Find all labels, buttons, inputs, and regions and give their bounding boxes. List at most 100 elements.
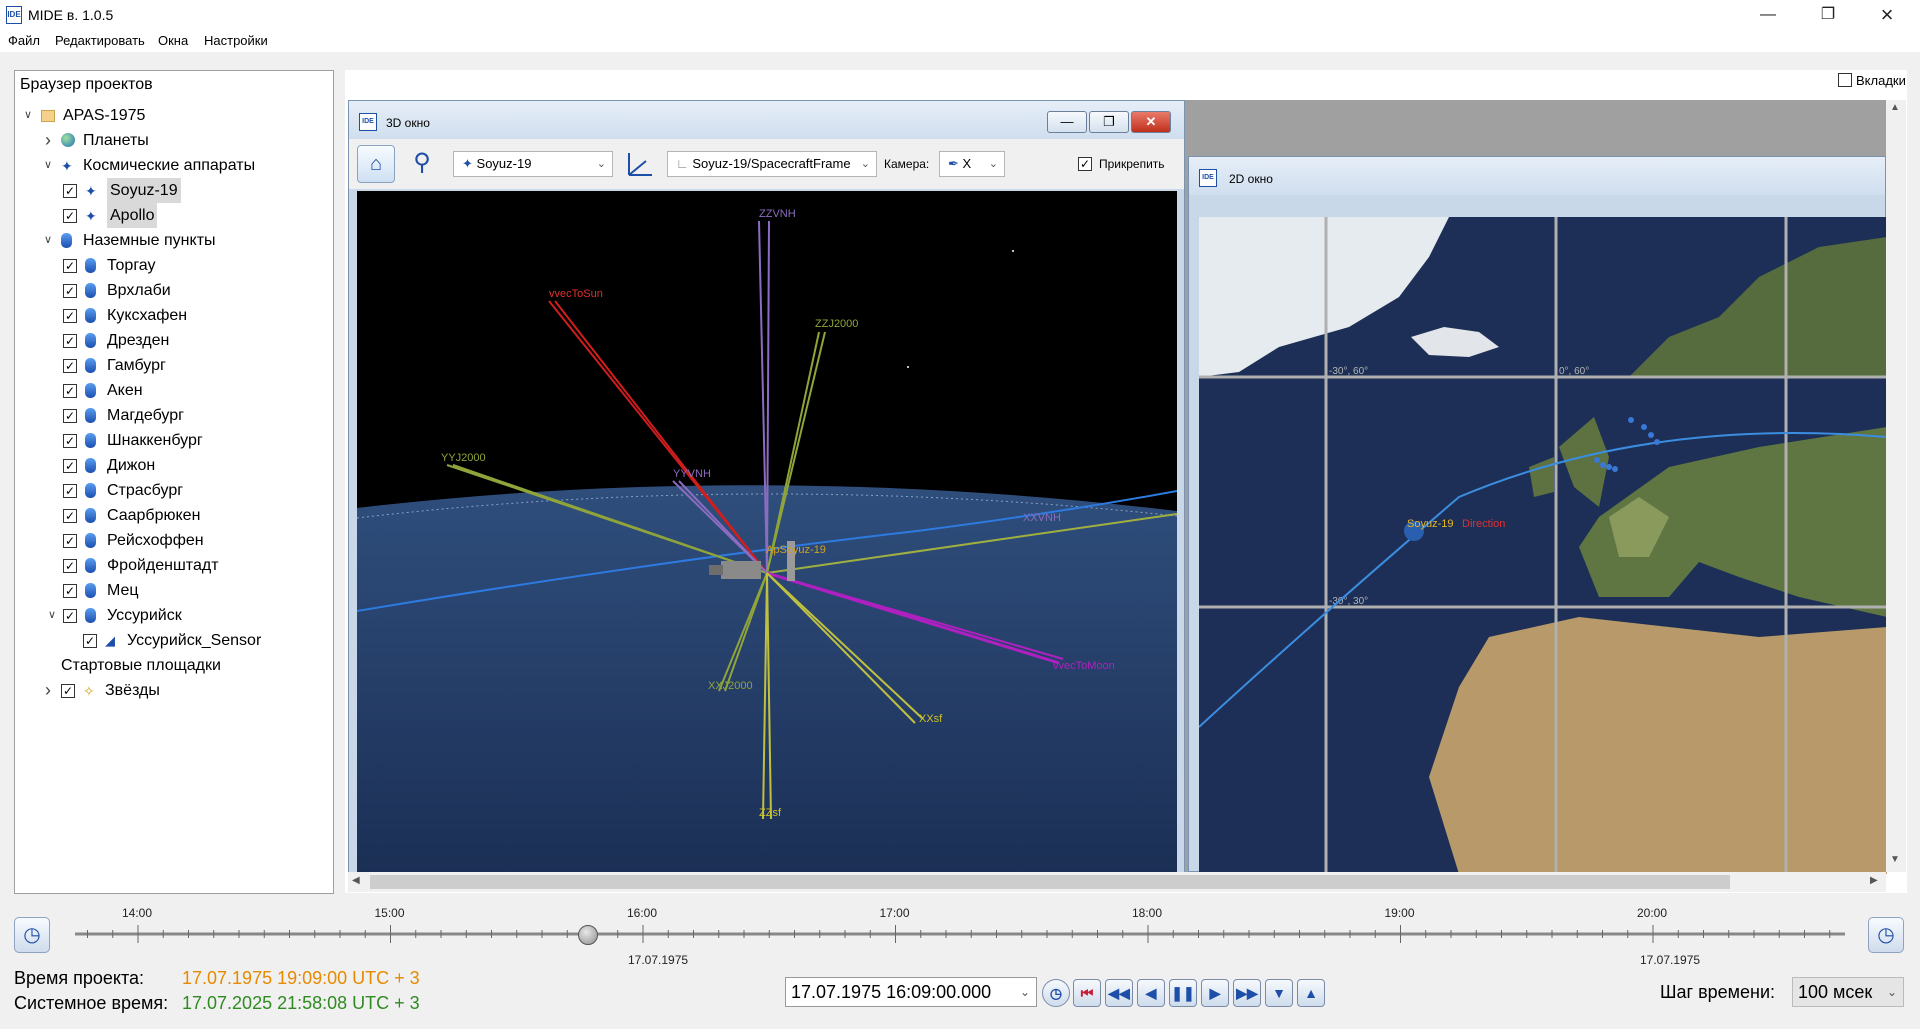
checkbox[interactable]: ✓ [63, 409, 77, 423]
label-yvnh: YYVNH [673, 468, 711, 480]
tree-ground-item[interactable]: ✓ Дижон [15, 453, 331, 478]
menu-file[interactable]: Файл [8, 33, 40, 48]
checkbox[interactable]: ✓ [63, 184, 77, 198]
camera-select[interactable]: ✒ X ⌄ [939, 151, 1005, 177]
zoom-button[interactable]: ⚲ [403, 145, 441, 183]
checkbox[interactable]: ✓ [63, 384, 77, 398]
clock-button[interactable]: ◷ [1042, 979, 1070, 1007]
checkbox[interactable]: ✓ [63, 259, 77, 273]
checkbox[interactable]: ✓ [63, 534, 77, 548]
scroll-down-icon[interactable]: ▼ [1890, 854, 1900, 865]
chevron-right-icon[interactable]: › [41, 128, 55, 153]
tree-ground-item[interactable]: ∨ ✓ Уссурийск [15, 603, 331, 628]
chevron-down-icon[interactable]: ∨ [41, 228, 55, 253]
maximize-icon[interactable]: ❐ [1805, 0, 1851, 30]
tabs-checkbox[interactable] [1838, 73, 1852, 87]
checkbox[interactable]: ✓ [63, 609, 77, 623]
checkbox[interactable]: ✓ [63, 459, 77, 473]
scroll-right-icon[interactable]: ▶ [1870, 875, 1878, 886]
tree-ground-item[interactable]: ✓ Гамбург [15, 353, 331, 378]
scroll-up-icon[interactable]: ▲ [1890, 102, 1900, 113]
scene-3d-viewport[interactable]: ZZVNH vvecToSun ZZJ2000 YYJ2000 YYVNH XX… [357, 191, 1177, 874]
tree-ground-item[interactable]: ✓ Акен [15, 378, 331, 403]
attach-checkbox[interactable]: ✓ [1078, 157, 1092, 171]
checkbox[interactable]: ✓ [63, 509, 77, 523]
tree-ground-item[interactable]: ✓ Рейсхоффен [15, 528, 331, 553]
faster-button[interactable]: ▲ [1297, 979, 1325, 1007]
play-backward-button[interactable]: ◀ [1137, 979, 1165, 1007]
ground-station-icon [85, 433, 101, 449]
restore-icon[interactable]: ❐ [1089, 111, 1129, 133]
checkbox[interactable]: ✓ [63, 309, 77, 323]
home-button[interactable]: ⌂ [357, 145, 395, 183]
checkbox[interactable]: ✓ [63, 209, 77, 223]
play-forward-button[interactable]: ▶ [1201, 979, 1229, 1007]
tree-ground-item[interactable]: ✓ Дрезден [15, 328, 331, 353]
minimize-icon[interactable]: — [1745, 0, 1791, 30]
object-select[interactable]: ✦ Soyuz-19 ⌄ [453, 151, 613, 177]
close-icon[interactable]: × [1864, 0, 1910, 30]
checkbox[interactable]: ✓ [63, 559, 77, 573]
chevron-down-icon[interactable]: ∨ [45, 603, 59, 628]
checkbox[interactable]: ✓ [63, 284, 77, 298]
tree-ground-item[interactable]: ✓ Мец [15, 578, 331, 603]
tree-sensor-item[interactable]: ✓ ◢ Уссурийск_Sensor [15, 628, 331, 653]
scroll-thumb[interactable] [370, 875, 1730, 889]
chevron-right-icon[interactable]: › [41, 678, 55, 703]
chevron-down-icon[interactable]: ∨ [41, 153, 55, 178]
current-time-field[interactable]: 17.07.1975 16:09:00.000 ⌄ [785, 977, 1037, 1007]
close-icon[interactable]: ✕ [1131, 111, 1171, 133]
pause-button[interactable]: ❚❚ [1169, 979, 1197, 1007]
scroll-left-icon[interactable]: ◀ [352, 875, 360, 886]
tree-spacecraft-item[interactable]: ✓ ✦ Apollo [15, 203, 331, 228]
checkbox[interactable]: ✓ [83, 634, 97, 648]
slower-button[interactable]: ▼ [1265, 979, 1293, 1007]
tree-ground-item[interactable]: ✓ Фройденштадт [15, 553, 331, 578]
tree-ground-item[interactable]: ✓ Куксхафен [15, 303, 331, 328]
window-2d-titlebar[interactable]: IDE 2D окно [1189, 157, 1885, 195]
frame-select[interactable]: ∟ Soyuz-19/SpacecraftFrame ⌄ [667, 151, 877, 177]
step-back-button[interactable]: ◀◀ [1105, 979, 1133, 1007]
chevron-down-icon[interactable]: ∨ [21, 103, 35, 128]
chevron-down-icon[interactable]: ⌄ [1020, 978, 1030, 1006]
star [907, 366, 909, 368]
tree-ground-item[interactable]: ✓ Шнаккенбург [15, 428, 331, 453]
checkbox[interactable]: ✓ [61, 684, 75, 698]
tree-label: Торгау [107, 257, 156, 274]
menu-settings[interactable]: Настройки [204, 33, 268, 48]
step-forward-button[interactable]: ▶▶ [1233, 979, 1261, 1007]
horizontal-scrollbar[interactable]: ◀ ▶ [348, 872, 1886, 892]
checkbox[interactable]: ✓ [63, 359, 77, 373]
checkbox[interactable]: ✓ [63, 484, 77, 498]
tree-ground-item[interactable]: ✓ Страсбург [15, 478, 331, 503]
label-xvnh: XXVNH [1023, 512, 1061, 524]
checkbox[interactable]: ✓ [63, 334, 77, 348]
tree-spacecraft-group[interactable]: ∨ ✦ Космические аппараты [15, 153, 331, 178]
tree-label: Шнаккенбург [107, 432, 203, 449]
tree-stars-group[interactable]: › ✓ ✧ Звёзды [15, 678, 331, 703]
go-start-button[interactable]: ⏮ [1073, 979, 1101, 1007]
menu-edit[interactable]: Редактировать [55, 33, 145, 48]
tree-ground-item[interactable]: ✓ Магдебург [15, 403, 331, 428]
scene-3d-svg: ZZVNH vvecToSun ZZJ2000 YYJ2000 YYVNH XX… [357, 208, 1177, 874]
checkbox[interactable]: ✓ [63, 584, 77, 598]
tree-planets[interactable]: › Планеты [15, 128, 331, 153]
axes-icon[interactable] [624, 149, 654, 179]
vertical-scrollbar[interactable]: ▲ ▼ [1886, 100, 1906, 872]
map-2d-viewport[interactable]: -30°, 60° 0°, 60° -30°, 30° Soyuz-19 Dir… [1199, 217, 1887, 874]
tree-spacecraft-item[interactable]: ✓ ✦ Soyuz-19 [15, 178, 331, 203]
project-browser: Браузер проектов ∨ APAS-1975 › Планеты ∨ ✦ Кос… [14, 70, 334, 894]
minimize-icon[interactable]: — [1047, 111, 1087, 133]
tree-ground-group[interactable]: ∨ Наземные пункты [15, 228, 331, 253]
checkbox[interactable]: ✓ [63, 434, 77, 448]
tree-ground-item[interactable]: ✓ Врхлаби [15, 278, 331, 303]
menu-windows[interactable]: Окна [158, 33, 188, 48]
ground-station-icon [85, 583, 101, 599]
tree-launch-group[interactable]: Стартовые площадки [15, 653, 331, 678]
window-3d-titlebar[interactable]: IDE 3D окно — ❐ ✕ [349, 101, 1184, 139]
tree-project[interactable]: ∨ APAS-1975 [15, 103, 331, 128]
time-step-select[interactable]: 100 мсек ⌄ [1792, 977, 1904, 1007]
tree-ground-item[interactable]: ✓ Торгау [15, 253, 331, 278]
tree-ground-item[interactable]: ✓ Саарбрюкен [15, 503, 331, 528]
tree-label: Уссурийск [107, 607, 182, 624]
